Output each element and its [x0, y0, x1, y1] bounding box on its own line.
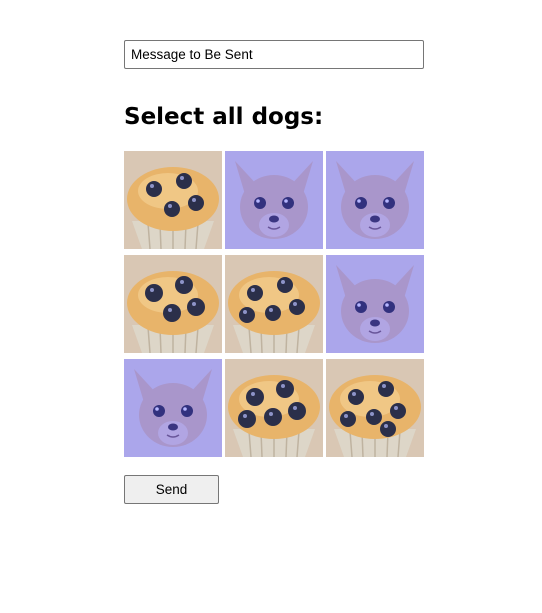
muffin-image [326, 359, 424, 457]
grid-tile-4[interactable] [124, 255, 222, 353]
send-button[interactable]: Send [124, 475, 219, 504]
muffin-image [124, 151, 222, 249]
dog-image [326, 255, 424, 353]
grid-tile-8[interactable] [225, 359, 323, 457]
captcha-title: Select all dogs: [124, 104, 324, 130]
muffin-image [225, 255, 323, 353]
grid-tile-3[interactable] [326, 151, 424, 249]
muffin-image [225, 359, 323, 457]
grid-tile-9[interactable] [326, 359, 424, 457]
grid-tile-6[interactable] [326, 255, 424, 353]
grid-tile-7[interactable] [124, 359, 222, 457]
dog-image [124, 359, 222, 457]
grid-tile-1[interactable] [124, 151, 222, 249]
message-input[interactable] [124, 40, 424, 69]
captcha-form: Select all dogs: [124, 40, 424, 461]
grid-tile-2[interactable] [225, 151, 323, 249]
grid-tile-5[interactable] [225, 255, 323, 353]
dog-image [225, 151, 323, 249]
dog-image [326, 151, 424, 249]
muffin-image [124, 255, 222, 353]
image-grid [124, 151, 424, 461]
